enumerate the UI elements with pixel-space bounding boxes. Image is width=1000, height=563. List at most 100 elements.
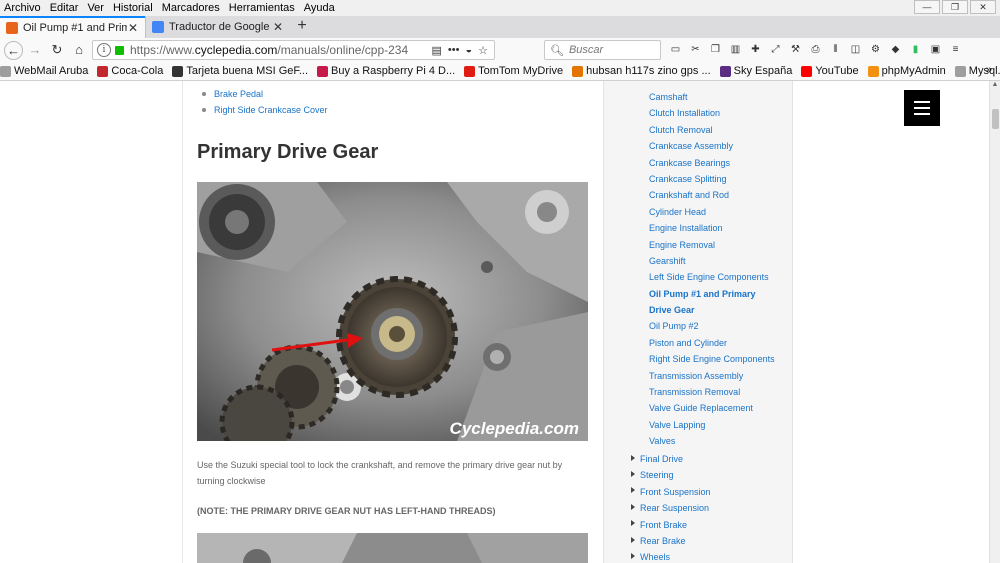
expand-triangle-icon[interactable] bbox=[631, 520, 635, 527]
sidebar-category[interactable]: Wheels bbox=[631, 549, 711, 563]
bookmark-star-icon[interactable]: ☆ bbox=[478, 44, 488, 57]
sidebar-item[interactable]: Valve Lapping bbox=[649, 417, 775, 433]
evernote-icon[interactable]: ▮ bbox=[908, 42, 923, 58]
close-window-icon[interactable]: ✕ bbox=[970, 0, 996, 14]
bookmark-item[interactable]: YouTube bbox=[801, 65, 859, 77]
sidebar-item[interactable]: Crankcase Splitting bbox=[649, 171, 775, 187]
hamburger-menu-icon[interactable] bbox=[904, 90, 940, 126]
sidebar-item[interactable]: Oil Pump #1 and Primary bbox=[649, 286, 775, 302]
new-tab-icon[interactable]: + bbox=[290, 16, 314, 38]
sidebar-item[interactable]: Drive Gear bbox=[649, 302, 775, 318]
list-item[interactable]: Brake Pedal bbox=[202, 89, 328, 99]
sidebar-item[interactable]: Gearshift bbox=[649, 253, 775, 269]
menu-marcadores[interactable]: Marcadores bbox=[158, 0, 225, 16]
bookmarks-bar: WebMail Aruba Coca-Cola Tarjeta buena MS… bbox=[0, 62, 1000, 81]
extension-icon[interactable]: ✚ bbox=[748, 42, 763, 58]
folder-icon[interactable]: ▭ bbox=[668, 42, 683, 58]
app-menu-icon[interactable]: ≡ bbox=[948, 42, 963, 58]
sidebar-category[interactable]: Rear Suspension bbox=[631, 500, 711, 516]
library-icon[interactable]: ⫴ bbox=[828, 42, 843, 58]
sidebar-toggle-icon[interactable]: ◫ bbox=[848, 42, 863, 58]
sidebar-category-label: Front Suspension bbox=[640, 486, 711, 497]
sidebar-category[interactable]: Front Suspension bbox=[631, 484, 711, 500]
close-tab-icon[interactable]: ✕ bbox=[127, 21, 139, 35]
back-icon[interactable]: ← bbox=[4, 40, 23, 60]
page-actions-icon[interactable]: ••• bbox=[448, 44, 460, 57]
more-bookmarks-icon[interactable]: » bbox=[986, 64, 992, 76]
sidebar-item[interactable]: Transmission Removal bbox=[649, 384, 775, 400]
sidebar-item[interactable]: Valve Guide Replacement bbox=[649, 400, 775, 416]
menu-ayuda[interactable]: Ayuda bbox=[300, 0, 340, 16]
minimize-icon[interactable]: — bbox=[914, 0, 940, 14]
sidebar-category[interactable]: Front Brake bbox=[631, 517, 711, 533]
second-photo bbox=[197, 533, 588, 563]
bookmark-item[interactable]: Sky España bbox=[719, 65, 792, 77]
paste-icon[interactable]: ▥ bbox=[728, 42, 743, 58]
sidebar-item[interactable]: Piston and Cylinder bbox=[649, 335, 775, 351]
fullscreen-icon[interactable]: ⤢ bbox=[768, 42, 783, 58]
sidebar-item[interactable]: Oil Pump #2 bbox=[649, 318, 775, 334]
scrollbar[interactable]: ▲ bbox=[989, 81, 1000, 563]
reader-view-icon[interactable]: ▤ bbox=[432, 44, 442, 57]
sidebar-item[interactable]: Cylinder Head bbox=[649, 204, 775, 220]
reload-icon[interactable]: ↻ bbox=[47, 40, 67, 60]
url-text[interactable]: https://www.cyclepedia.com/manuals/onlin… bbox=[130, 43, 432, 57]
screenshot-icon[interactable]: ▣ bbox=[928, 42, 943, 58]
tab-google-translate[interactable]: Traductor de Google ✕ bbox=[145, 16, 290, 38]
sidebar-item[interactable]: Engine Installation bbox=[649, 220, 775, 236]
sidebar-item[interactable]: Crankcase Bearings bbox=[649, 155, 775, 171]
sidebar-item[interactable]: Right Side Engine Components bbox=[649, 351, 775, 367]
menu-archivo[interactable]: Archivo bbox=[0, 0, 46, 16]
bookmark-item[interactable]: WebMail Aruba bbox=[0, 65, 88, 77]
bookmark-item[interactable]: hubsan h117s zino gps ... bbox=[572, 65, 711, 77]
sidebar-item[interactable]: Valves bbox=[649, 433, 775, 449]
sidebar-item[interactable]: Clutch Removal bbox=[649, 122, 775, 138]
menu-historial[interactable]: Historial bbox=[109, 0, 158, 16]
print-icon[interactable]: ⎙ bbox=[808, 42, 823, 58]
sidebar-item[interactable]: Crankshaft and Rod bbox=[649, 187, 775, 203]
sidebar-item[interactable]: Clutch Installation bbox=[649, 105, 775, 121]
pocket-icon[interactable]: ◒ bbox=[465, 44, 472, 57]
scroll-up-icon[interactable]: ▲ bbox=[990, 81, 1000, 92]
window-controls: — ❐ ✕ bbox=[914, 0, 996, 14]
list-item[interactable]: Right Side Crankcase Cover bbox=[202, 105, 328, 115]
menu-ver[interactable]: Ver bbox=[83, 0, 109, 16]
sidebar-category[interactable]: Rear Brake bbox=[631, 533, 711, 549]
sidebar-category-label: Rear Brake bbox=[640, 535, 686, 546]
addon-icon[interactable]: ◆ bbox=[888, 42, 903, 58]
site-info-icon[interactable]: i bbox=[97, 43, 111, 57]
home-icon[interactable]: ⌂ bbox=[69, 40, 89, 60]
copy-icon[interactable]: ❐ bbox=[708, 42, 723, 58]
scroll-thumb[interactable] bbox=[992, 109, 999, 129]
expand-triangle-icon[interactable] bbox=[631, 487, 635, 494]
close-tab-icon[interactable]: ✕ bbox=[272, 20, 284, 34]
expand-triangle-icon[interactable] bbox=[631, 503, 635, 510]
sidebar-item[interactable]: Crankcase Assembly bbox=[649, 138, 775, 154]
address-bar[interactable]: i https://www.cyclepedia.com/manuals/onl… bbox=[92, 40, 495, 60]
bookmark-item[interactable]: TomTom MyDrive bbox=[464, 65, 563, 77]
sidebar-category[interactable]: Steering bbox=[631, 467, 711, 483]
expand-triangle-icon[interactable] bbox=[631, 553, 635, 560]
menu-herramientas[interactable]: Herramientas bbox=[225, 0, 300, 16]
settings-gear-icon[interactable]: ⚙ bbox=[868, 42, 883, 58]
sidebar-item[interactable]: Camshaft bbox=[649, 89, 775, 105]
search-input[interactable]: 🔍︎ Buscar bbox=[544, 40, 661, 60]
bookmark-item[interactable]: Buy a Raspberry Pi 4 D... bbox=[317, 65, 455, 77]
expand-triangle-icon[interactable] bbox=[631, 536, 635, 543]
expand-triangle-icon[interactable] bbox=[631, 471, 635, 478]
forward-icon[interactable]: → bbox=[25, 40, 45, 60]
sidebar-category[interactable]: Final Drive bbox=[631, 451, 711, 467]
expand-triangle-icon[interactable] bbox=[631, 454, 635, 461]
restore-icon[interactable]: ❐ bbox=[942, 0, 968, 14]
sidebar-item[interactable]: Transmission Assembly bbox=[649, 368, 775, 384]
tools-icon[interactable]: ⚒ bbox=[788, 42, 803, 58]
scissors-icon[interactable]: ✂ bbox=[688, 42, 703, 58]
bookmark-item[interactable]: Mysql.aruba bbox=[954, 65, 1000, 77]
sidebar-item[interactable]: Engine Removal bbox=[649, 237, 775, 253]
sidebar-item[interactable]: Left Side Engine Components bbox=[649, 269, 775, 285]
tab-oil-pump[interactable]: Oil Pump #1 and Primar ✕ bbox=[0, 16, 145, 38]
bookmark-item[interactable]: Coca-Cola bbox=[97, 65, 163, 77]
menu-editar[interactable]: Editar bbox=[46, 0, 84, 16]
bookmark-item[interactable]: Tarjeta buena MSI GeF... bbox=[172, 65, 308, 77]
bookmark-item[interactable]: phpMyAdmin bbox=[867, 65, 946, 77]
